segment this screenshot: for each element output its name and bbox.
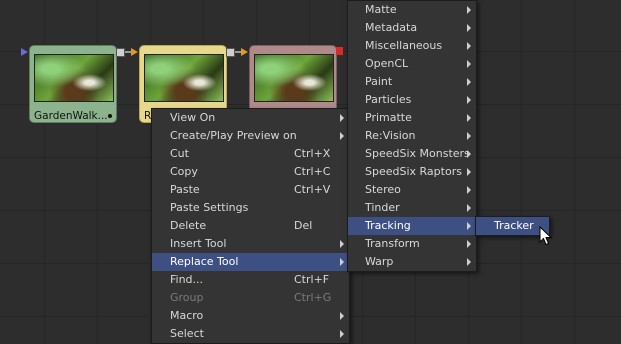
- node-thumbnail: [34, 54, 114, 102]
- submenu-arrow-icon: [467, 24, 471, 32]
- submenu-arrow-icon: [340, 258, 344, 266]
- menu-item-label: Macro: [170, 309, 204, 322]
- menu-item-label: Tracking: [365, 219, 411, 232]
- node-output-port-icon[interactable]: [116, 48, 125, 57]
- submenu-arrow-icon: [340, 114, 344, 122]
- menu-item-cut[interactable]: Cut Ctrl+X: [152, 145, 349, 163]
- submenu-arrow-icon: [467, 258, 471, 266]
- menu-item-label: Paste Settings: [170, 201, 249, 214]
- submenu-arrow-icon: [467, 168, 471, 176]
- menu-item-paste-settings[interactable]: Paste Settings: [152, 199, 349, 217]
- submenu-arrow-icon: [467, 240, 471, 248]
- submenu-arrow-icon: [467, 96, 471, 104]
- node-thumbnail: [254, 54, 334, 102]
- menu-item-particles[interactable]: Particles: [348, 91, 476, 109]
- menu-item-label: SpeedSix Monsters: [365, 147, 470, 160]
- menu-item-speedsix-monsters[interactable]: SpeedSix Monsters: [348, 145, 476, 163]
- menu-item-label: Tinder: [365, 201, 400, 214]
- node-input-port-icon[interactable]: [241, 48, 248, 56]
- menu-item-find[interactable]: Find... Ctrl+F: [152, 271, 349, 289]
- node-gardenwalk[interactable]: GardenWalk...: [29, 45, 117, 123]
- menu-item-label: Re:Vision: [365, 129, 416, 142]
- menu-item-label: Metadata: [365, 21, 418, 34]
- menu-item-label: Warp: [365, 255, 394, 268]
- menu-item-label: Stereo: [365, 183, 401, 196]
- menu-item-paste[interactable]: Paste Ctrl+V: [152, 181, 349, 199]
- menu-item-shortcut: Del: [294, 219, 313, 232]
- menu-item-view-on[interactable]: View On: [152, 109, 349, 127]
- menu-item-opencl[interactable]: OpenCL: [348, 55, 476, 73]
- menu-item-shortcut: Ctrl+G: [294, 291, 332, 304]
- replace-tool-submenu: Matte Metadata Miscellaneous OpenCL Paint Par…: [347, 0, 477, 272]
- submenu-arrow-icon: [340, 132, 344, 140]
- submenu-arrow-icon: [467, 6, 471, 14]
- menu-item-label: Create/Play Preview on: [170, 129, 297, 142]
- menu-item-label: Find...: [170, 273, 204, 286]
- menu-item-stereo[interactable]: Stereo: [348, 181, 476, 199]
- menu-item-shortcut: Ctrl+C: [294, 165, 331, 178]
- menu-item-delete[interactable]: Delete Del: [152, 217, 349, 235]
- submenu-arrow-icon: [467, 60, 471, 68]
- menu-item-create-play-preview-on[interactable]: Create/Play Preview on: [152, 127, 349, 145]
- menu-item-label: SpeedSix Raptors: [365, 165, 462, 178]
- menu-item-primatte[interactable]: Primatte: [348, 109, 476, 127]
- submenu-arrow-icon: [467, 150, 471, 158]
- node-output-port-icon[interactable]: [226, 48, 235, 57]
- node-status-dot: [108, 114, 112, 118]
- mouse-pointer-icon: [539, 226, 553, 246]
- node-input-port-icon[interactable]: [21, 48, 28, 56]
- submenu-arrow-icon: [340, 330, 344, 338]
- menu-item-label: Transform: [365, 237, 420, 250]
- menu-item-re-vision[interactable]: Re:Vision: [348, 127, 476, 145]
- menu-item-warp[interactable]: Warp: [348, 253, 476, 271]
- node-output-port-icon[interactable]: [336, 47, 343, 55]
- menu-item-shortcut: Ctrl+X: [294, 147, 331, 160]
- menu-item-miscellaneous[interactable]: Miscellaneous: [348, 37, 476, 55]
- menu-item-tinder[interactable]: Tinder: [348, 199, 476, 217]
- menu-item-select[interactable]: Select: [152, 325, 349, 343]
- menu-item-label: Cut: [170, 147, 189, 160]
- menu-item-paint[interactable]: Paint: [348, 73, 476, 91]
- menu-item-speedsix-raptors[interactable]: SpeedSix Raptors: [348, 163, 476, 181]
- menu-item-metadata[interactable]: Metadata: [348, 19, 476, 37]
- menu-item-copy[interactable]: Copy Ctrl+C: [152, 163, 349, 181]
- menu-item-label: Delete: [170, 219, 207, 232]
- menu-item-label: Particles: [365, 93, 412, 106]
- menu-item-matte[interactable]: Matte: [348, 1, 476, 19]
- submenu-arrow-icon: [467, 132, 471, 140]
- menu-item-label: OpenCL: [365, 57, 409, 70]
- menu-item-insert-tool[interactable]: Insert Tool: [152, 235, 349, 253]
- menu-item-label: Primatte: [365, 111, 412, 124]
- menu-item-label: Matte: [365, 3, 397, 16]
- menu-item-label: Paint: [365, 75, 393, 88]
- submenu-arrow-icon: [467, 42, 471, 50]
- menu-item-label: Paste: [170, 183, 200, 196]
- menu-item-macro[interactable]: Macro: [152, 307, 349, 325]
- context-menu: View On Create/Play Preview on Cut Ctrl+X Co…: [151, 108, 350, 344]
- menu-item-label: Insert Tool: [170, 237, 227, 250]
- menu-item-tracking[interactable]: Tracking: [348, 217, 476, 235]
- menu-item-shortcut: Ctrl+F: [294, 273, 330, 286]
- submenu-arrow-icon: [467, 114, 471, 122]
- menu-item-label: Miscellaneous: [365, 39, 443, 52]
- menu-item-label: Group: [170, 291, 204, 304]
- menu-item-label: View On: [170, 111, 216, 124]
- submenu-arrow-icon: [340, 312, 344, 320]
- menu-item-label: Replace Tool: [170, 255, 239, 268]
- node-input-port-icon[interactable]: [131, 48, 138, 56]
- menu-item-transform[interactable]: Transform: [348, 235, 476, 253]
- submenu-arrow-icon: [467, 78, 471, 86]
- menu-item-label: Tracker: [494, 219, 534, 232]
- menu-item-label: Copy: [170, 165, 198, 178]
- submenu-arrow-icon: [467, 204, 471, 212]
- node-label: GardenWalk...: [34, 110, 108, 122]
- submenu-arrow-icon: [467, 222, 471, 230]
- submenu-arrow-icon: [467, 186, 471, 194]
- submenu-arrow-icon: [340, 240, 344, 248]
- node-thumbnail: [144, 54, 224, 102]
- menu-item-replace-tool[interactable]: Replace Tool: [152, 253, 349, 271]
- menu-item-shortcut: Ctrl+V: [294, 183, 331, 196]
- menu-item-group: Group Ctrl+G: [152, 289, 349, 307]
